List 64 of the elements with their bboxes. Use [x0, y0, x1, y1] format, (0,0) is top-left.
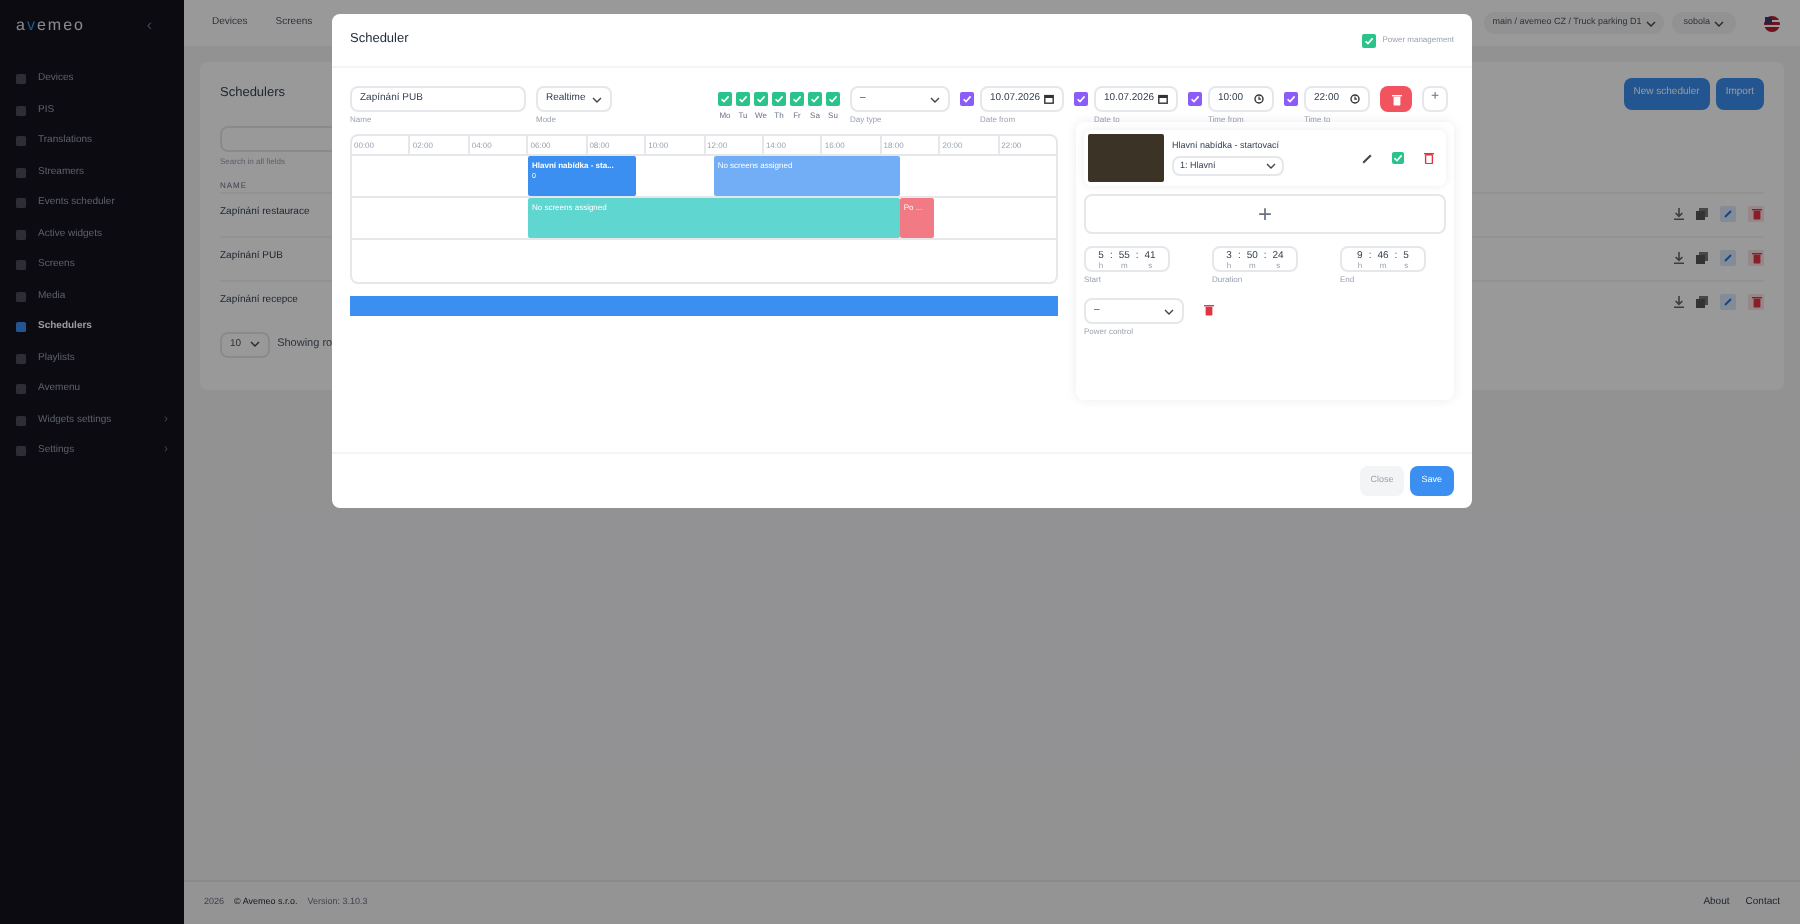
- grid-icon: [16, 322, 26, 333]
- edit-button[interactable]: [1720, 206, 1736, 222]
- checkbox[interactable]: [1188, 92, 1202, 106]
- grid-icon: [16, 198, 26, 209]
- grid-icon: [16, 260, 26, 271]
- grid-icon: [16, 136, 26, 147]
- photo-placeholder: [1088, 134, 1164, 182]
- checkbox[interactable]: [754, 92, 768, 106]
- checkbox[interactable]: [718, 92, 732, 106]
- delete-button[interactable]: [1380, 86, 1412, 112]
- delete-button[interactable]: [1748, 206, 1764, 222]
- trash-icon: [1751, 208, 1761, 220]
- checkbox[interactable]: [808, 92, 822, 106]
- grid-icon: [16, 446, 26, 457]
- trash-icon: [1424, 152, 1434, 164]
- grid-icon: [16, 415, 26, 426]
- delete-button[interactable]: [1748, 250, 1764, 266]
- pencil-icon: [1724, 254, 1732, 262]
- checkbox[interactable]: [772, 92, 786, 106]
- calendar-icon: [1044, 94, 1054, 104]
- download-icon: [1674, 296, 1684, 308]
- grid-icon: [16, 167, 26, 178]
- grid-icon: [16, 353, 26, 364]
- download-icon: [1674, 252, 1684, 264]
- checkbox[interactable]: [826, 92, 840, 106]
- clock-icon: [1254, 94, 1264, 104]
- logo[interactable]: avemeo: [16, 14, 85, 38]
- trash-icon: [1204, 304, 1214, 316]
- add-button[interactable]: +: [1084, 194, 1446, 234]
- flag-icon: [1764, 15, 1780, 31]
- chevron-down-icon: [592, 95, 602, 103]
- calendar-icon: [1158, 94, 1168, 104]
- copy-icon: [1696, 208, 1708, 220]
- trash-icon: [1391, 93, 1401, 105]
- edit-button[interactable]: [1720, 250, 1736, 266]
- checkbox[interactable]: [960, 92, 974, 106]
- grid-icon: [16, 105, 26, 116]
- copy-icon: [1696, 296, 1708, 308]
- chevron-down-icon: [249, 340, 260, 349]
- download-icon: [1674, 208, 1684, 220]
- pencil-icon: [1362, 153, 1372, 163]
- chevron-down-icon: [1714, 19, 1724, 27]
- grid-icon: [16, 384, 26, 395]
- grid-icon: [16, 74, 26, 85]
- copy-icon: [1696, 252, 1708, 264]
- trash-icon: [1751, 252, 1761, 264]
- chevron-down-icon: [1164, 307, 1174, 315]
- chevron-down-icon: [1645, 19, 1656, 27]
- checkbox[interactable]: [1074, 92, 1088, 106]
- clock-icon: [1350, 94, 1360, 104]
- pencil-icon: [1724, 210, 1732, 218]
- pencil-icon: [1724, 298, 1732, 306]
- chevron-down-icon: [930, 95, 940, 103]
- checkbox[interactable]: [1362, 33, 1377, 47]
- checkbox[interactable]: [736, 92, 750, 106]
- grid-icon: [16, 229, 26, 240]
- grid-icon: [16, 291, 26, 302]
- chevron-down-icon: [1266, 162, 1276, 171]
- checkbox[interactable]: [790, 92, 804, 106]
- checkbox[interactable]: [1284, 92, 1298, 106]
- edit-button[interactable]: [1720, 294, 1736, 310]
- delete-button[interactable]: [1748, 294, 1764, 310]
- trash-icon: [1751, 296, 1761, 308]
- checkbox-icon: [1392, 152, 1404, 164]
